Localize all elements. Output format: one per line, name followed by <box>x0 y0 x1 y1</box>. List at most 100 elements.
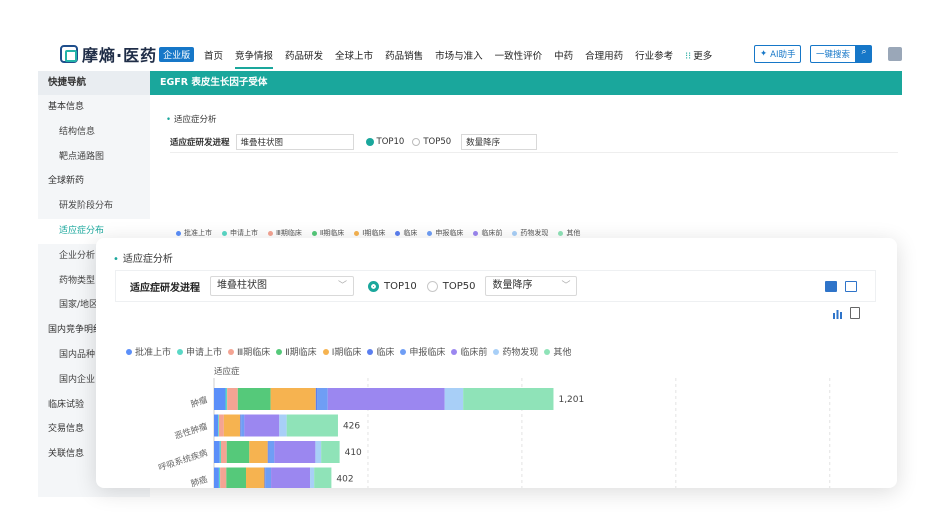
bar-segment[interactable] <box>241 414 245 437</box>
legend-item[interactable]: Ⅱ期临床 <box>311 228 349 238</box>
bar-segment[interactable] <box>249 441 268 463</box>
export-image-icon[interactable] <box>845 281 857 292</box>
sidebar-item[interactable]: 研发阶段分布 <box>38 194 150 219</box>
legend-item[interactable]: Ⅲ期临床 <box>228 345 270 358</box>
bar-segment[interactable] <box>218 414 219 437</box>
brand-name: 摩熵·医药 <box>82 46 158 65</box>
nav-item[interactable]: 中药 <box>554 48 573 62</box>
legend-item[interactable]: Ⅰ期临床 <box>322 345 361 358</box>
nav-item[interactable]: 市场与准入 <box>435 48 483 62</box>
bar-total-label: 410 <box>345 448 362 458</box>
nav-item[interactable]: 药品销售 <box>385 48 423 62</box>
bar-segment[interactable] <box>237 388 271 410</box>
sidebar-item[interactable]: 全球新药 <box>38 169 150 194</box>
bg-top10-radio[interactable] <box>365 137 374 146</box>
table-view-icon[interactable] <box>850 307 860 319</box>
bar-segment[interactable] <box>264 467 266 489</box>
category-label: 恶性肿瘤 <box>173 421 209 442</box>
nav-item[interactable]: 首页 <box>204 48 223 62</box>
bar-chart-view-icon[interactable] <box>832 308 843 319</box>
bar-segment[interactable] <box>214 441 220 463</box>
bar-segment[interactable] <box>240 414 242 437</box>
bg-chart-type-select[interactable]: 堆叠柱状图 <box>235 133 354 150</box>
bar-segment[interactable] <box>227 388 238 410</box>
legend-item[interactable]: 临床 <box>395 228 422 238</box>
legend-item[interactable]: Ⅰ期临床 <box>354 228 390 238</box>
sidebar-item[interactable]: 靶点通路图 <box>38 145 150 170</box>
bar-segment[interactable] <box>220 441 227 463</box>
bar-segment[interactable] <box>265 467 272 489</box>
legend-item[interactable]: 批准上市 <box>176 228 217 238</box>
bar-segment[interactable] <box>214 414 219 437</box>
bar-segment[interactable] <box>246 467 265 489</box>
bar-segment[interactable] <box>214 467 219 489</box>
legend-swatch <box>228 348 235 355</box>
legend-label: 批准上市 <box>184 229 212 237</box>
bar-segment[interactable] <box>310 467 315 489</box>
legend-item[interactable]: Ⅱ期临床 <box>276 345 317 358</box>
bar-segment[interactable] <box>314 467 332 489</box>
legend-item[interactable]: 申请上市 <box>177 345 222 358</box>
ai-assistant-button[interactable]: ✦ AI助手 <box>754 45 802 63</box>
legend-item[interactable]: Ⅲ期临床 <box>268 228 307 238</box>
bar-segment[interactable] <box>225 388 228 410</box>
bar-segment[interactable] <box>315 388 318 410</box>
legend-item[interactable]: 申请上市 <box>222 228 263 238</box>
bar-segment[interactable] <box>317 388 328 410</box>
bar-segment[interactable] <box>279 414 287 437</box>
sort-select[interactable]: 数量降序 ﹀ <box>485 276 578 296</box>
legend-swatch <box>177 348 184 355</box>
side-tool-icon[interactable] <box>888 47 902 61</box>
legend-item[interactable]: 临床前 <box>451 345 487 358</box>
bar-segment[interactable] <box>218 414 224 437</box>
bar-segment[interactable] <box>223 414 241 437</box>
quick-search-label: 一键搜索 <box>810 45 857 63</box>
bar-segment[interactable] <box>219 441 221 463</box>
main-nav: 首页 竞争情报 药品研发 全球上市 药品销售 市场与准入 一致性评价 中药 合理用药 行业参考 ⁝⁝… <box>204 48 736 69</box>
quick-search-button[interactable]: 一键搜索 ⌕ <box>810 45 873 63</box>
bar-segment[interactable] <box>244 414 280 437</box>
bar-segment[interactable] <box>327 388 445 410</box>
legend-item[interactable]: 药物发现 <box>493 345 538 358</box>
bar-segment[interactable] <box>226 467 247 489</box>
bar-segment[interactable] <box>218 467 221 489</box>
bar-segment[interactable] <box>267 441 269 463</box>
legend-item[interactable]: 临床 <box>367 345 394 358</box>
top50-radio[interactable]: TOP50 <box>426 280 475 292</box>
bar-segment[interactable] <box>214 388 226 410</box>
bar-segment[interactable] <box>321 441 340 463</box>
nav-item[interactable]: 竞争情报 <box>235 48 274 69</box>
bar-segment[interactable] <box>315 441 322 463</box>
legend-item[interactable]: 临床前 <box>473 228 507 238</box>
legend-item[interactable]: 申报临床 <box>400 345 445 358</box>
legend-item[interactable]: 批准上市 <box>126 345 171 358</box>
top10-label: TOP10 <box>384 280 417 292</box>
bg-sort-select[interactable]: 数量降序 <box>461 133 538 150</box>
nav-item[interactable]: 合理用药 <box>585 48 623 62</box>
legend-item[interactable]: 其他 <box>544 345 571 358</box>
bar-segment[interactable] <box>286 414 338 437</box>
chart-type-select[interactable]: 堆叠柱状图 ﹀ <box>210 276 354 296</box>
export-excel-icon[interactable] <box>825 281 837 292</box>
top10-radio[interactable]: TOP10 <box>368 280 417 292</box>
nav-item[interactable]: 一致性评价 <box>495 48 543 62</box>
legend-item[interactable]: 申报临床 <box>427 228 468 238</box>
bar-segment[interactable] <box>270 388 316 410</box>
bar-segment[interactable] <box>463 388 554 410</box>
legend-item[interactable]: 药物发现 <box>512 228 553 238</box>
brand-logo[interactable]: 摩熵·医药 企业版 <box>60 42 195 66</box>
bar-segment[interactable] <box>226 441 250 463</box>
nav-item[interactable]: 全球上市 <box>335 48 373 62</box>
bg-top50-radio[interactable] <box>412 137 421 146</box>
nav-item[interactable]: 药品研发 <box>285 48 323 62</box>
bar-segment[interactable] <box>274 441 316 463</box>
sidebar-item[interactable]: 基本信息 <box>38 95 150 120</box>
bar-segment[interactable] <box>444 388 464 410</box>
nav-more[interactable]: ⁝⁝ 更多 <box>685 48 724 62</box>
bar-segment[interactable] <box>268 441 275 463</box>
legend-item[interactable]: 其他 <box>558 228 585 238</box>
bar-segment[interactable] <box>271 467 311 489</box>
nav-item[interactable]: 行业参考 <box>635 48 673 62</box>
sidebar-item[interactable]: 结构信息 <box>38 120 150 145</box>
bar-segment[interactable] <box>220 467 227 489</box>
